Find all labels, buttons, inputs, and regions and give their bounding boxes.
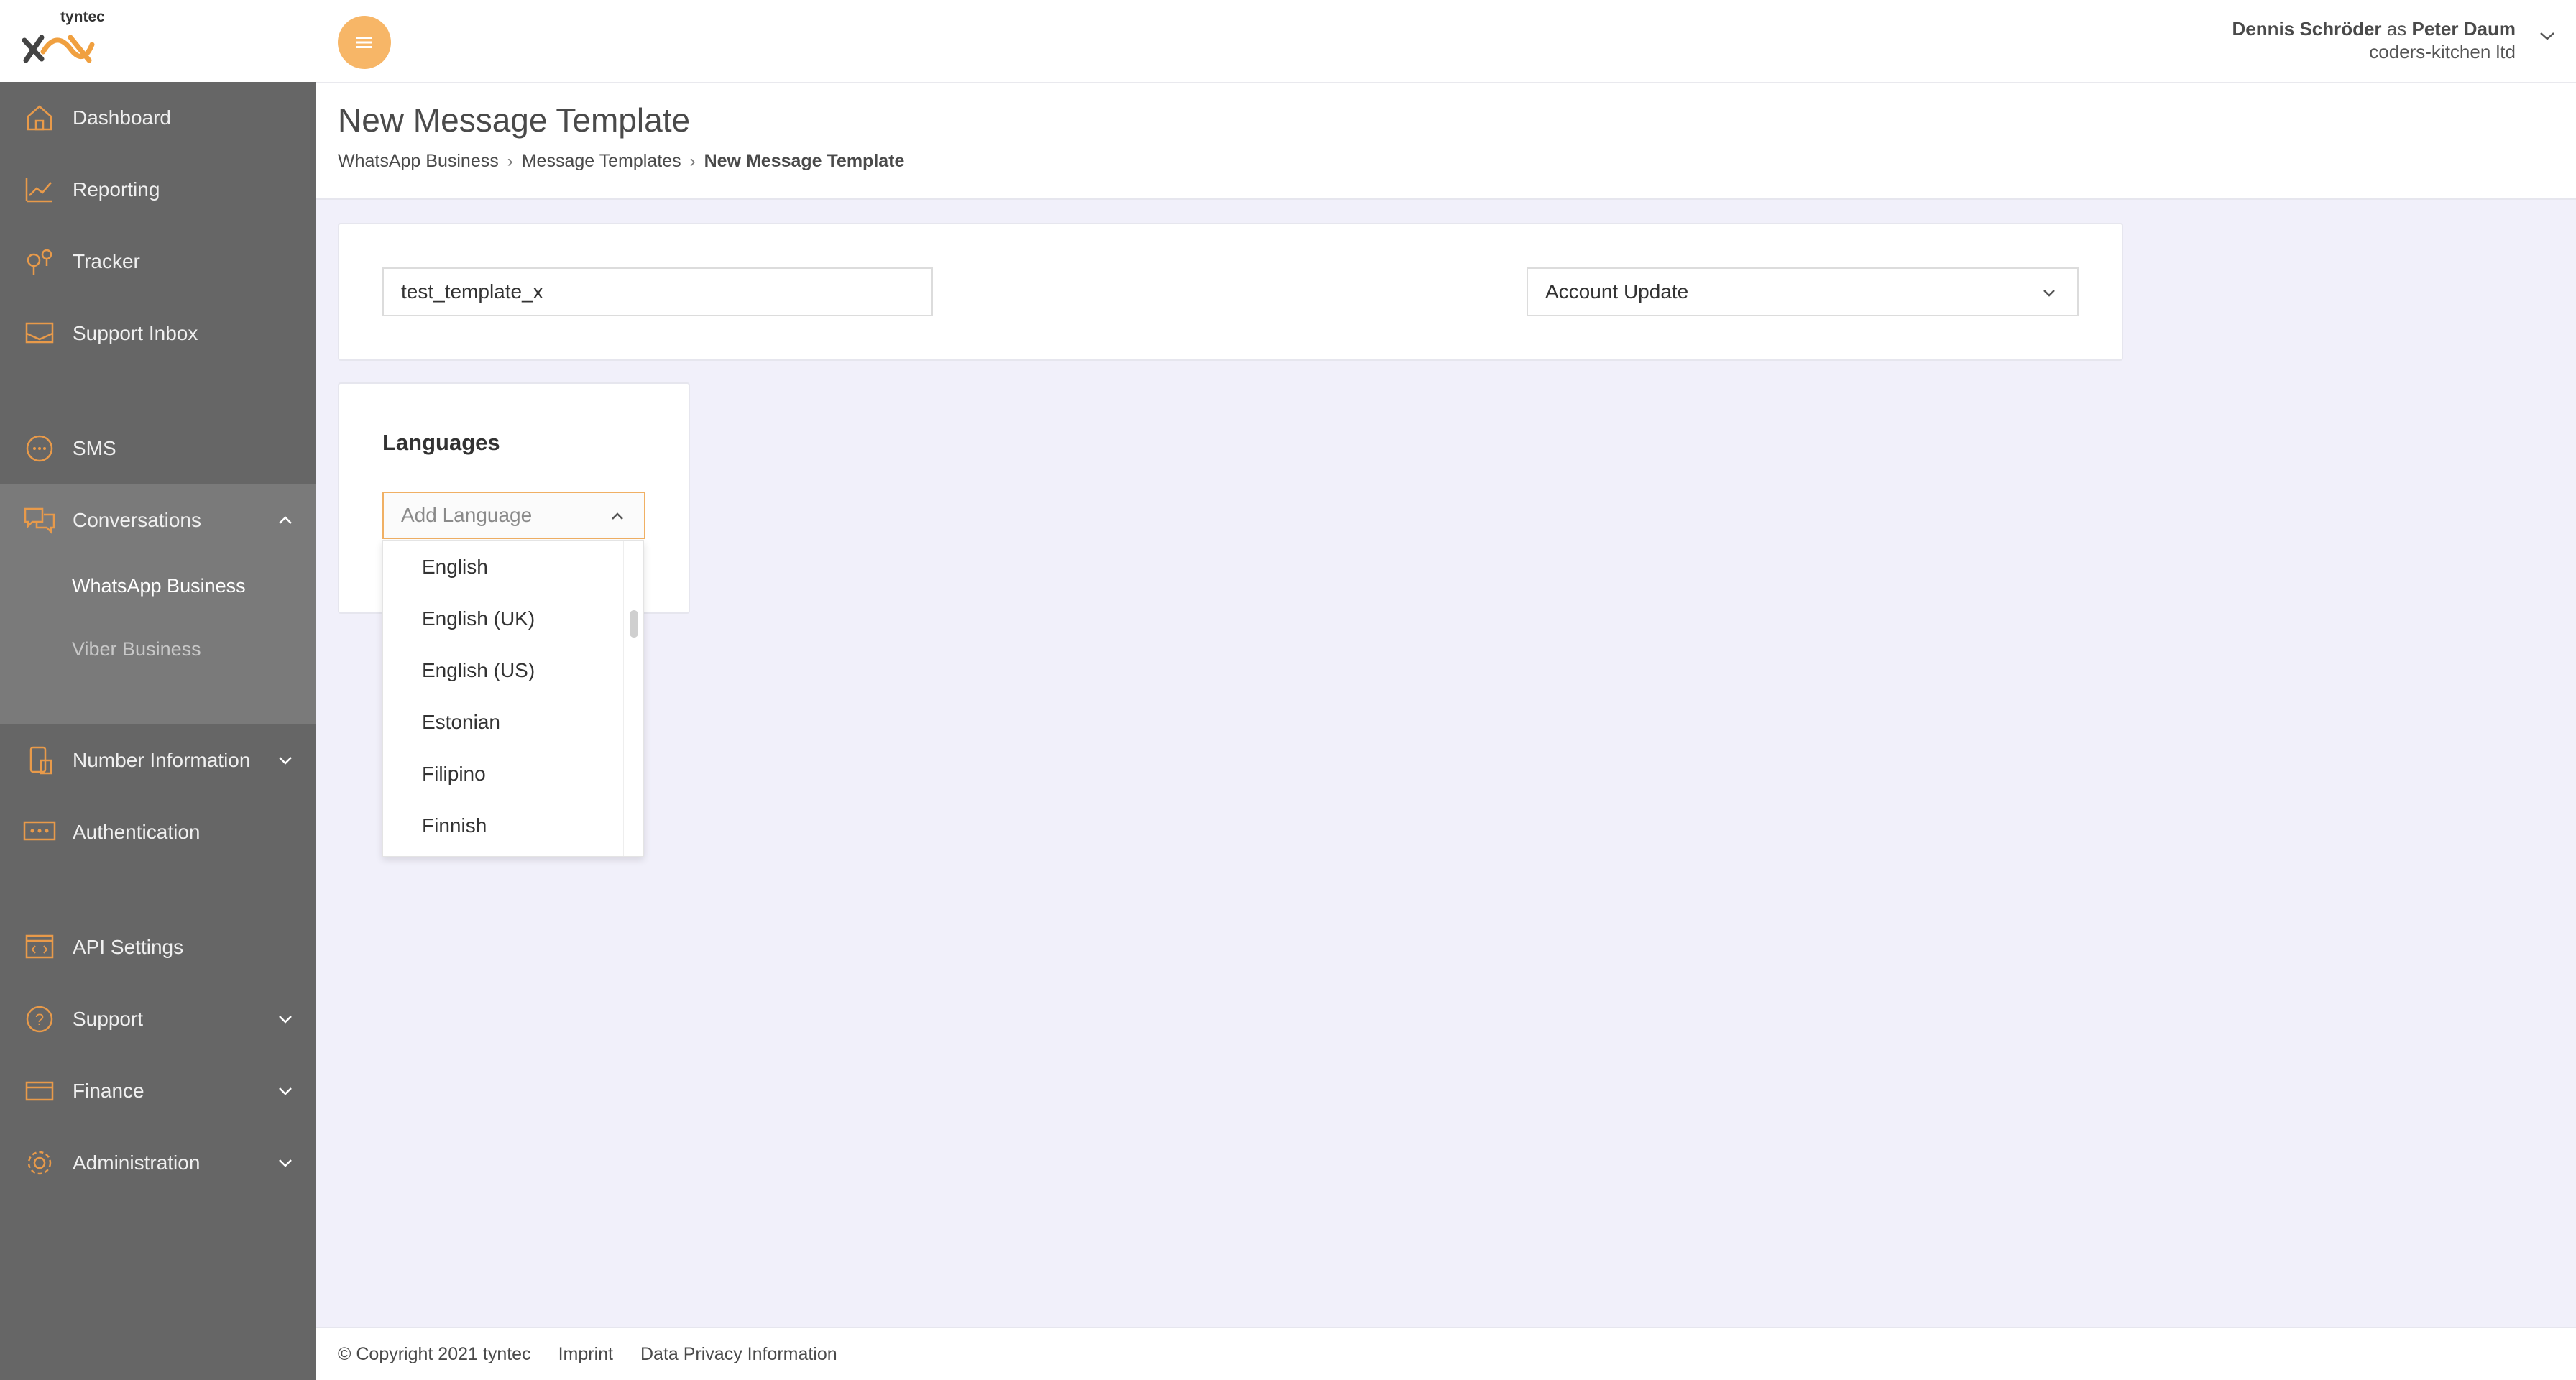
api-icon <box>22 929 58 965</box>
sidebar-item-label: Conversations <box>73 509 201 531</box>
sidebar-item-dashboard[interactable]: Dashboard <box>0 82 316 154</box>
language-option-finnish[interactable]: Finnish <box>422 814 487 837</box>
language-option-english[interactable]: English <box>422 556 488 579</box>
user-company: coders-kitchen ltd <box>2369 41 2516 63</box>
sidebar-item-label: Finance <box>73 1080 144 1102</box>
sidebar-item-support[interactable]: ? Support <box>0 983 316 1055</box>
chevron-up-icon <box>612 512 623 520</box>
category-select-value: Account Update <box>1545 280 1689 303</box>
menu-toggle-button[interactable] <box>338 16 391 69</box>
sidebar-item-whatsapp-business[interactable]: WhatsApp Business <box>72 575 246 597</box>
sidebar-item-support-inbox[interactable]: Support Inbox <box>0 298 316 369</box>
sidebar-item-label: Dashboard <box>73 106 171 129</box>
chevron-down-icon[interactable] <box>2539 30 2556 42</box>
language-dropdown: English English (UK) English (US) Estoni… <box>382 540 644 857</box>
sidebar-item-finance[interactable]: Finance <box>0 1055 316 1127</box>
sidebar-item-api-settings[interactable]: API Settings <box>0 911 316 983</box>
chevron-down-icon <box>279 757 292 765</box>
sidebar-item-number-information[interactable]: Number Information <box>0 724 316 796</box>
language-option-filipino[interactable]: Filipino <box>422 763 486 786</box>
hamburger-icon <box>356 37 372 48</box>
language-option-english-uk[interactable]: English (UK) <box>422 607 535 630</box>
home-icon <box>22 100 58 136</box>
brand-name: tyntec <box>60 9 105 25</box>
top-bar: tyntec Dennis Schröder as Peter Daum cod… <box>0 0 2576 83</box>
page-title: New Message Template <box>338 101 691 139</box>
breadcrumb-message-templates[interactable]: Message Templates <box>522 151 681 172</box>
breadcrumb-whatsapp-business[interactable]: WhatsApp Business <box>338 151 499 172</box>
sidebar-item-sms[interactable]: SMS <box>0 413 316 484</box>
chevron-down-icon <box>279 1159 292 1167</box>
sidebar-item-viber-business[interactable]: Viber Business <box>72 638 201 661</box>
sidebar-item-label: Administration <box>73 1151 201 1174</box>
credit-card-icon <box>22 1073 58 1109</box>
help-icon: ? <box>22 1001 58 1037</box>
add-language-select[interactable]: Add Language <box>382 492 645 539</box>
category-select[interactable]: Account Update <box>1527 267 2079 316</box>
inbox-icon <box>22 316 58 351</box>
template-name-input[interactable]: test_template_x <box>382 267 933 316</box>
sidebar-item-conversations[interactable]: Conversations <box>0 484 316 556</box>
privacy-link[interactable]: Data Privacy Information <box>640 1344 837 1365</box>
phone-icon <box>22 742 58 778</box>
sidebar-item-tracker[interactable]: Tracker <box>0 226 316 298</box>
chevron-down-icon <box>2043 290 2055 297</box>
sidebar-item-label: Support <box>73 1008 144 1030</box>
language-option-estonian[interactable]: Estonian <box>422 711 500 734</box>
sidebar-item-label: Authentication <box>73 821 201 843</box>
sidebar-item-label: Tracker <box>73 250 140 272</box>
sidebar-item-label: SMS <box>73 437 116 459</box>
sidebar-item-label: Support Inbox <box>73 322 198 344</box>
language-option-english-us[interactable]: English (US) <box>422 659 535 682</box>
dropdown-scrollbar[interactable] <box>623 541 643 856</box>
chevron-right-icon: › <box>507 151 513 171</box>
map-pin-icon <box>22 244 58 280</box>
chevron-down-icon <box>279 1087 292 1095</box>
sidebar: Dashboard Reporting Tracker Support Inbo… <box>0 82 316 1380</box>
sidebar-item-label: Reporting <box>73 178 160 201</box>
sidebar-item-authentication[interactable]: Authentication <box>0 796 316 868</box>
scrollbar-thumb[interactable] <box>630 610 638 638</box>
impersonated-user: Peter Daum <box>2411 18 2516 40</box>
password-icon <box>22 814 58 850</box>
gear-icon <box>22 1145 58 1181</box>
breadcrumb-current: New Message Template <box>704 151 905 171</box>
chevron-up-icon <box>279 516 292 524</box>
line-chart-icon <box>22 172 58 208</box>
chevron-right-icon: › <box>689 151 696 171</box>
sidebar-item-label: Number Information <box>73 749 251 771</box>
user-menu[interactable]: Dennis Schröder as Peter Daum coders-kit… <box>2232 17 2516 63</box>
languages-heading: Languages <box>382 430 500 455</box>
chat-bubble-icon <box>22 431 58 466</box>
sidebar-item-administration[interactable]: Administration <box>0 1127 316 1199</box>
user-name: Dennis Schröder <box>2232 18 2382 40</box>
add-language-placeholder: Add Language <box>401 504 533 526</box>
breadcrumb: WhatsApp Business › Message Templates › … <box>338 151 904 172</box>
imprint-link[interactable]: Imprint <box>558 1344 613 1365</box>
sidebar-item-label: API Settings <box>73 936 184 958</box>
chevron-down-icon <box>279 1016 292 1024</box>
conversation-icon <box>22 502 58 538</box>
user-as-label: as <box>2386 18 2407 40</box>
sidebar-item-reporting[interactable]: Reporting <box>0 154 316 226</box>
svg-text:?: ? <box>35 1011 44 1029</box>
footer: © Copyright 2021 tyntec Imprint Data Pri… <box>316 1327 2576 1380</box>
copyright-text: © Copyright 2021 tyntec <box>338 1343 531 1364</box>
